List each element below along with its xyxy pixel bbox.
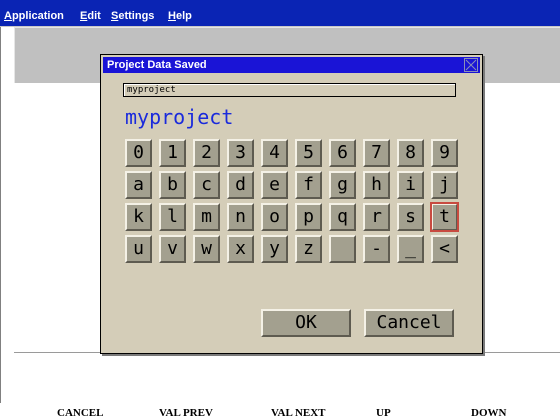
entered-text-display: myproject: [125, 105, 234, 129]
close-x-icon[interactable]: [464, 58, 478, 72]
key-l[interactable]: l: [159, 203, 186, 231]
project-name-field[interactable]: myproject: [123, 83, 456, 97]
menu-application[interactable]: Application: [4, 10, 64, 22]
key-1[interactable]: 1: [159, 139, 186, 167]
key-h[interactable]: h: [363, 171, 390, 199]
fkey-down[interactable]: DOWN: [471, 407, 506, 419]
key-i[interactable]: i: [397, 171, 424, 199]
ok-button[interactable]: OK: [261, 309, 351, 337]
key-m[interactable]: m: [193, 203, 220, 231]
menu-edit[interactable]: Edit: [80, 10, 101, 22]
key-w[interactable]: w: [193, 235, 220, 263]
fkey-cancel[interactable]: CANCEL: [57, 407, 103, 419]
key-underscore[interactable]: _: [397, 235, 424, 263]
key-blank[interactable]: [329, 235, 356, 263]
key-9[interactable]: 9: [431, 139, 458, 167]
key-x[interactable]: x: [227, 235, 254, 263]
menu-settings[interactable]: Settings: [111, 10, 154, 22]
key-r[interactable]: r: [363, 203, 390, 231]
key-6[interactable]: 6: [329, 139, 356, 167]
key-k[interactable]: k: [125, 203, 152, 231]
key-8[interactable]: 8: [397, 139, 424, 167]
cancel-button[interactable]: Cancel: [364, 309, 454, 337]
key-t[interactable]: t: [430, 202, 459, 232]
key-o[interactable]: o: [261, 203, 288, 231]
key-d[interactable]: d: [227, 171, 254, 199]
menu-help-label: elp: [175, 10, 192, 22]
menu-bar: Application Edit Settings Help: [0, 0, 560, 27]
menu-help[interactable]: Help: [168, 10, 192, 22]
key-5[interactable]: 5: [295, 139, 322, 167]
menu-help-accel: H: [168, 10, 176, 22]
key-v[interactable]: v: [159, 235, 186, 263]
key-g[interactable]: g: [329, 171, 356, 199]
key-4[interactable]: 4: [261, 139, 288, 167]
fkey-up[interactable]: UP: [376, 407, 391, 419]
key-z[interactable]: z: [295, 235, 322, 263]
key-2[interactable]: 2: [193, 139, 220, 167]
key-e[interactable]: e: [261, 171, 288, 199]
key-n[interactable]: n: [227, 203, 254, 231]
key-0[interactable]: 0: [125, 139, 152, 167]
key-a[interactable]: a: [125, 171, 152, 199]
menu-application-accel: A: [4, 10, 12, 22]
key-b[interactable]: b: [159, 171, 186, 199]
key-dash[interactable]: -: [363, 235, 390, 263]
key-y[interactable]: y: [261, 235, 288, 263]
menu-application-label: pplication: [11, 10, 64, 22]
keyboard-dialog: Project Data Saved myproject myproject 0…: [100, 54, 483, 354]
key-c[interactable]: c: [193, 171, 220, 199]
key-q[interactable]: q: [329, 203, 356, 231]
key-backspace[interactable]: <: [431, 235, 458, 263]
fkey-val-next[interactable]: VAL NEXT: [271, 407, 326, 419]
dialog-title: Project Data Saved: [107, 59, 207, 71]
key-f[interactable]: f: [295, 171, 322, 199]
key-s[interactable]: s: [397, 203, 424, 231]
key-p[interactable]: p: [295, 203, 322, 231]
menu-edit-label: dit: [87, 10, 101, 22]
dialog-titlebar: Project Data Saved: [103, 57, 480, 73]
key-7[interactable]: 7: [363, 139, 390, 167]
key-3[interactable]: 3: [227, 139, 254, 167]
key-j[interactable]: j: [431, 171, 458, 199]
fkey-val-prev[interactable]: VAL PREV: [159, 407, 213, 419]
menu-settings-label: ettings: [118, 10, 155, 22]
key-u[interactable]: u: [125, 235, 152, 263]
